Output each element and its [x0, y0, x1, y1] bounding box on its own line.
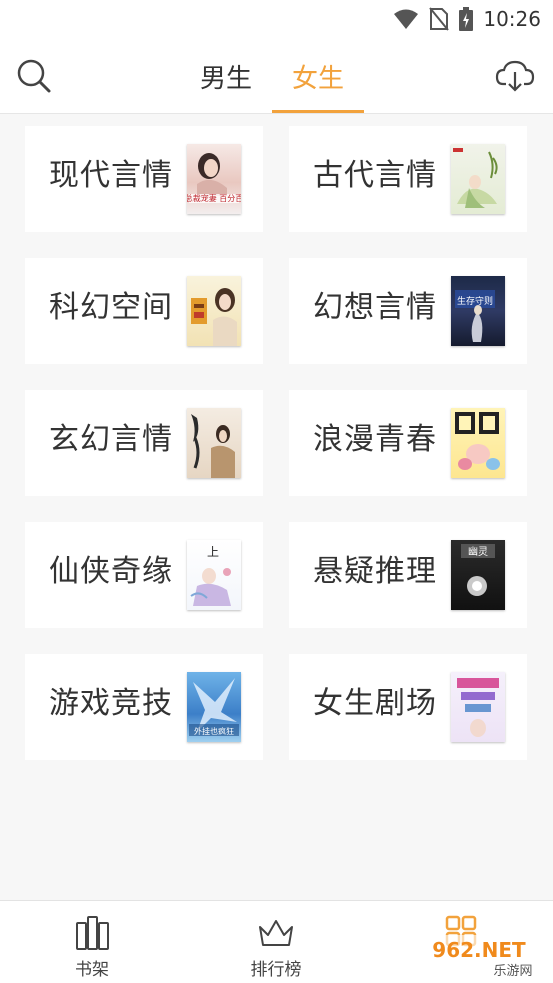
no-sim-icon	[429, 7, 450, 31]
category-label: 古代言情	[313, 158, 437, 193]
category-label: 女生剧场	[313, 686, 437, 721]
cover-title: 幽灵	[468, 546, 488, 558]
nav-bookshelf[interactable]: 书架	[37, 913, 147, 980]
bookshelf-icon	[76, 916, 109, 950]
book-cover: 幽灵	[451, 540, 505, 610]
wifi-icon	[394, 9, 419, 29]
screen: 10:26 男生 女生 现代言情 总裁宠妻 百分百 古代言情 科幻空间 幻想言情…	[0, 0, 553, 983]
nav-label: 书架	[75, 960, 109, 980]
category-label: 浪漫青春	[313, 422, 437, 457]
category-card[interactable]: 古代言情	[289, 126, 527, 232]
category-label: 玄幻言情	[49, 422, 173, 457]
category-label: 科幻空间	[49, 290, 173, 325]
category-label: 现代言情	[49, 158, 173, 193]
watermark-text-top: 962.NET	[432, 938, 526, 962]
cover-title: 外挂也疯狂	[194, 726, 234, 736]
category-card[interactable]: 现代言情 总裁宠妻 百分百	[25, 126, 263, 232]
tab-male[interactable]: 男生	[180, 40, 272, 113]
book-cover: 上	[187, 540, 241, 610]
category-card[interactable]: 科幻空间	[25, 258, 263, 364]
book-cover	[451, 672, 505, 742]
category-card[interactable]: 女生剧场	[289, 654, 527, 760]
book-cover	[187, 408, 241, 478]
book-cover	[451, 408, 505, 478]
category-card[interactable]: 游戏竞技 外挂也疯狂	[25, 654, 263, 760]
watermark-logo: 962.NET 乐游网	[413, 935, 545, 980]
gender-tabs: 男生 女生	[180, 40, 364, 113]
nav-label: 排行榜	[250, 960, 302, 980]
svg-text:上: 上	[207, 545, 219, 559]
category-label: 悬疑推理	[313, 554, 437, 589]
watermark-text-bottom: 乐游网	[493, 964, 532, 979]
cover-title: 生存守则	[457, 295, 493, 307]
book-cover	[451, 144, 505, 214]
book-cover: 生存守则	[451, 276, 505, 346]
battery-charging-icon	[459, 7, 474, 31]
cover-title: 总裁宠妻 百分百	[187, 193, 241, 203]
category-label: 幻想言情	[313, 290, 437, 325]
category-label: 仙侠奇缘	[49, 554, 173, 589]
crown-icon	[259, 920, 293, 946]
cloud-download-icon[interactable]	[495, 56, 535, 96]
book-cover	[187, 276, 241, 346]
category-card[interactable]: 幻想言情 生存守则	[289, 258, 527, 364]
book-cover: 外挂也疯狂	[187, 672, 241, 742]
book-cover: 总裁宠妻 百分百	[187, 144, 241, 214]
status-icons: 10:26	[393, 6, 541, 32]
status-time: 10:26	[483, 7, 541, 31]
category-card[interactable]: 仙侠奇缘 上	[25, 522, 263, 628]
category-card[interactable]: 玄幻言情	[25, 390, 263, 496]
header: 男生 女生	[0, 40, 553, 114]
category-card[interactable]: 悬疑推理 幽灵	[289, 522, 527, 628]
search-icon[interactable]	[14, 56, 54, 96]
category-card[interactable]: 浪漫青春	[289, 390, 527, 496]
category-label: 游戏竞技	[49, 686, 173, 721]
tab-female[interactable]: 女生	[272, 40, 364, 113]
nav-ranking[interactable]: 排行榜	[221, 913, 331, 980]
status-bar: 10:26	[0, 0, 553, 40]
